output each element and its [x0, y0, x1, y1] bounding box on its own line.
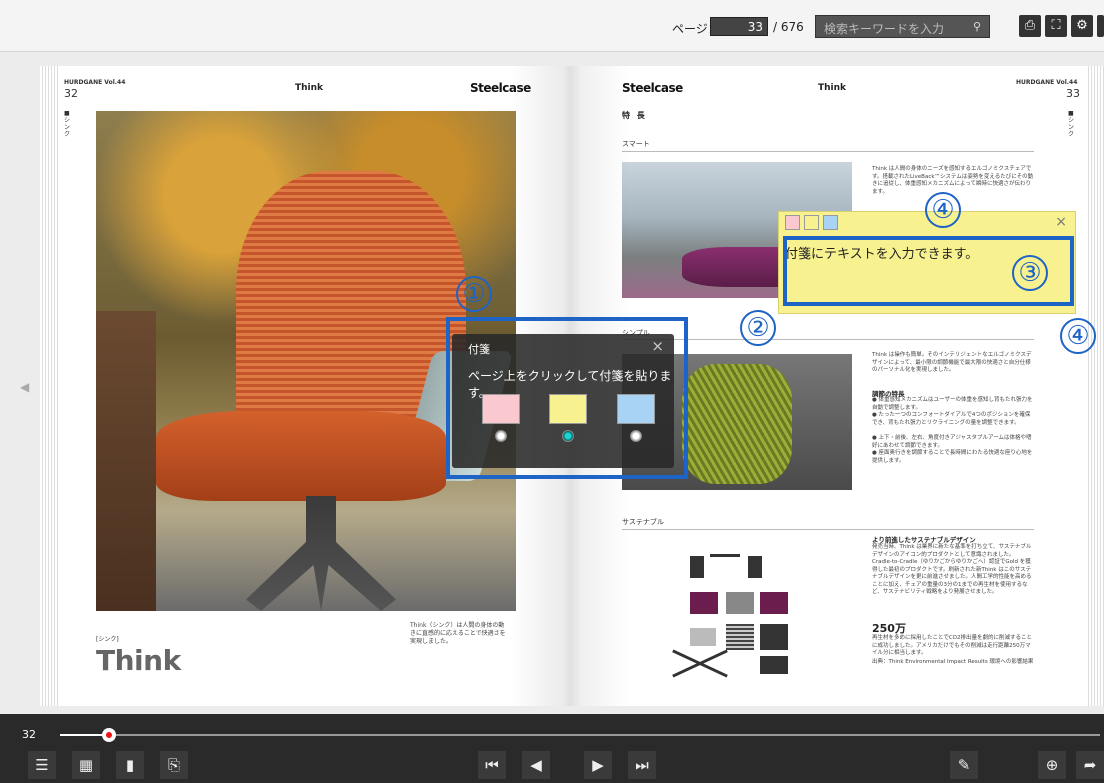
- search-placeholder: 検索キーワードを入力: [824, 22, 945, 36]
- prev-arrow-icon[interactable]: ◀: [20, 380, 29, 394]
- page-number-right: 33: [1066, 87, 1080, 100]
- print-icon[interactable]: ⎙: [1019, 15, 1041, 37]
- feature-title: 特 長: [622, 111, 647, 120]
- close-icon[interactable]: ×: [1055, 214, 1067, 230]
- vertical-label: ■シンク: [64, 110, 71, 138]
- note-color-blue[interactable]: [823, 215, 838, 230]
- source-text: 出典：Think Environmental Impact Results 環境…: [872, 659, 1034, 665]
- section-sustainable: サステナブル: [622, 518, 664, 526]
- page-stack-left: [40, 66, 58, 706]
- big-number: 250万: [872, 622, 906, 635]
- note-color-yellow[interactable]: [804, 215, 819, 230]
- smart-text: Think は人間の身体のニーズを感知するエルゴノミクスチェアです。搭載されたL…: [872, 166, 1034, 195]
- search-input[interactable]: 検索キーワードを入力 ⚲: [815, 15, 990, 38]
- single-page-icon[interactable]: ▮: [116, 751, 144, 779]
- divider: [622, 151, 1034, 152]
- magazine-name: HURDGANE Vol.44: [64, 79, 126, 86]
- page-number-input[interactable]: 33: [710, 17, 768, 36]
- header-title: Think: [295, 83, 324, 93]
- callout-3: ③: [1012, 255, 1048, 291]
- adjust-item: ● 上下・前後、左右、角度付きアジャスタブルアームは体格や嗜好にあわせて調節でき…: [872, 435, 1032, 449]
- caption-big: Think: [96, 644, 181, 677]
- toc-icon[interactable]: ☰: [28, 751, 56, 779]
- highlight-box-dialog: [446, 317, 688, 479]
- magazine-name: HURDGANE Vol.44: [1016, 79, 1078, 86]
- page-slider-handle[interactable]: [101, 728, 116, 742]
- first-page-icon[interactable]: ⏮: [478, 751, 506, 779]
- adjust-item: ● 体重感知メカニズムはユーザーの体重を感知し背もたれ張力を自動で調整します。: [872, 397, 1033, 411]
- sustain-text: 発売当時、Think は業界に新たな基準を打ち立て、サステナブルデザインのアイコ…: [872, 544, 1032, 595]
- thumbnail-grid-icon[interactable]: ▦: [72, 751, 100, 779]
- prev-page-icon[interactable]: ◀: [522, 751, 550, 779]
- page-stack-right: [1086, 66, 1104, 706]
- eraser-icon[interactable]: ✎: [950, 751, 978, 779]
- section-smart: スマート: [622, 140, 650, 148]
- search-icon[interactable]: ⚲: [973, 20, 981, 33]
- page-number-left: 32: [64, 87, 78, 100]
- fullscreen-icon[interactable]: ⛶: [1045, 15, 1067, 37]
- number-text: 再生材を多めに採用したことでCO2排出量を劇的に削減することに成功しました。アメ…: [872, 635, 1033, 656]
- callout-1: ①: [456, 276, 492, 312]
- next-page-icon[interactable]: ▶: [584, 751, 612, 779]
- bottom-toolbar: 32 ☰ ▦ ▮ ⎘ ⏮ ◀ ▶ ⏭ ✎ ⊕ ➦: [0, 714, 1104, 783]
- top-toolbar: ページ： 33 / 676 検索キーワードを入力 ⚲ ⎙ ⛶ ⚙: [0, 0, 1104, 52]
- caption-description: Think（シンク）は人間の身体の動きに直感的に応えることで快適さを実現しました…: [410, 622, 506, 645]
- callout-4: ④: [1060, 318, 1096, 354]
- divider: [622, 529, 1034, 530]
- caption-small: [シンク]: [96, 636, 119, 643]
- vertical-label: ■シンク: [1068, 110, 1075, 138]
- brand-logo: Steelcase: [622, 81, 683, 95]
- note-color-pink[interactable]: [785, 215, 800, 230]
- share-icon[interactable]: ➦: [1076, 751, 1104, 779]
- menu-icon[interactable]: [1097, 15, 1104, 37]
- header-title: Think: [818, 83, 847, 93]
- callout-2: ②: [740, 310, 776, 346]
- adjust-item: ● 座面奥行きを調節することで長時間にわたる快適な座り心地を提供します。: [872, 450, 1033, 464]
- zoom-in-icon[interactable]: ⊕: [1038, 751, 1066, 779]
- gear-icon[interactable]: ⚙: [1071, 15, 1093, 37]
- last-page-icon[interactable]: ⏭: [628, 751, 656, 779]
- slider-page-number: 32: [22, 728, 36, 741]
- sustain-heading: より前進したサステナブルデザイン: [872, 536, 976, 544]
- adjust-item: ● たった一つのコンフォートダイアルで4つのポジションを確保でき、背もたれ張力と…: [872, 412, 1031, 426]
- simple-text: Think は操作も簡単。そのインテリジェントなエルゴノミクスデザインによって、…: [872, 352, 1032, 373]
- photo-parts: [650, 544, 830, 684]
- brand-logo: Steelcase: [470, 81, 531, 95]
- callout-4: ④: [925, 192, 961, 228]
- sticky-note-icon[interactable]: ⎘: [160, 751, 188, 779]
- page-total: / 676: [773, 20, 804, 34]
- page-slider-track[interactable]: [60, 734, 1100, 736]
